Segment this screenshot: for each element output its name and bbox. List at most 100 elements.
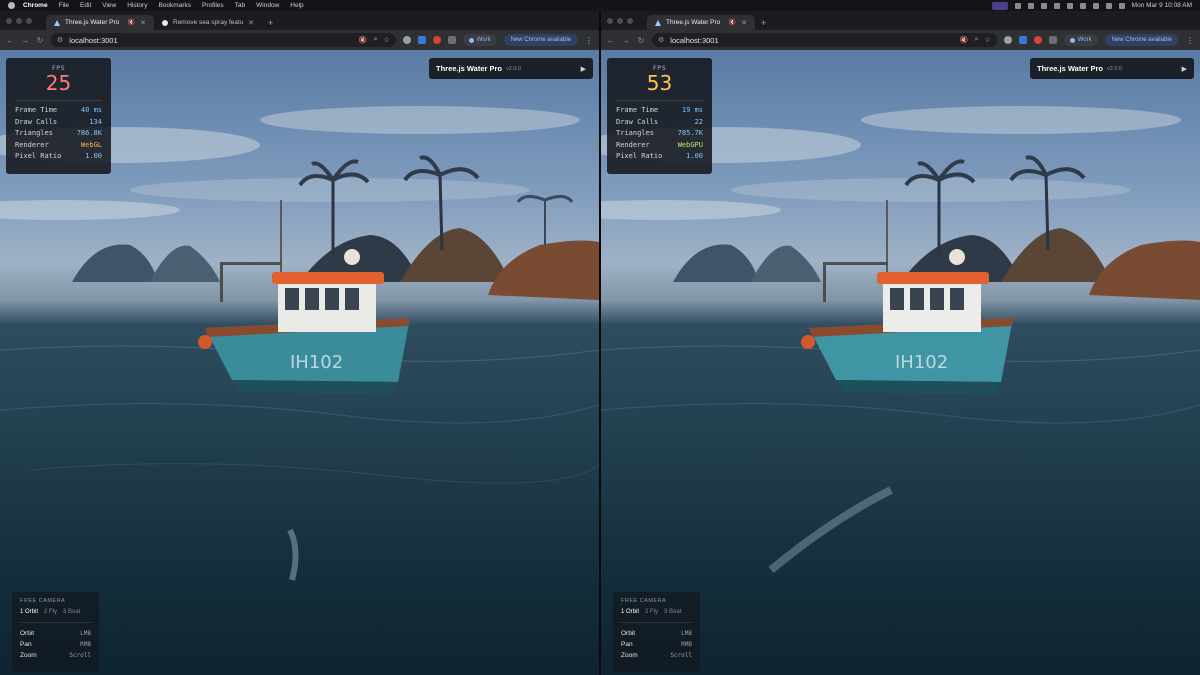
control-orbit: Orbit LMB xyxy=(621,628,692,639)
camera-mode-fly[interactable]: 2 Fly xyxy=(44,609,57,615)
control-action: Orbit xyxy=(621,630,636,637)
reload-icon[interactable]: ↻ xyxy=(36,36,44,45)
app-title: Three.js Water Pro xyxy=(436,64,502,73)
wifi-icon[interactable] xyxy=(1092,2,1099,9)
search-icon[interactable] xyxy=(1105,2,1112,9)
close-tab-icon[interactable]: ✕ xyxy=(741,19,747,27)
clock[interactable]: Mon Mar 9 10:08 AM xyxy=(1132,2,1192,9)
app-title-panel[interactable]: Three.js Water Pro v2.0.0 ▶ xyxy=(1030,58,1194,79)
new-tab-button[interactable]: + xyxy=(262,15,279,30)
camera-mode-boat[interactable]: 3 Boat xyxy=(664,609,681,615)
extension-record-icon[interactable] xyxy=(432,36,441,44)
close-tab-icon[interactable]: ✕ xyxy=(140,19,146,27)
svg-text:IH102: IH102 xyxy=(290,352,343,373)
expand-panel-icon[interactable]: ▶ xyxy=(1182,65,1187,73)
close-window-button[interactable] xyxy=(607,17,613,24)
camera-mode-boat[interactable]: 3 Boat xyxy=(63,609,80,615)
close-window-button[interactable] xyxy=(6,17,12,24)
profile-name: Work xyxy=(1077,37,1092,43)
new-tab-button[interactable]: + xyxy=(755,15,772,30)
mute-tab-icon[interactable]: 🔇 xyxy=(128,19,135,26)
bookmark-star-icon[interactable]: ☆ xyxy=(984,36,990,44)
bluetooth-icon[interactable] xyxy=(1079,2,1086,9)
forward-icon[interactable]: → xyxy=(21,36,29,45)
forward-icon[interactable]: → xyxy=(622,36,630,45)
extension-icon[interactable] xyxy=(402,36,411,44)
tab-threejs-water-pro[interactable]: Three.js Water Pro 🔇 ✕ xyxy=(46,15,154,30)
menu-file[interactable]: File xyxy=(59,2,69,9)
zoom-icon[interactable]: ⌕ xyxy=(374,36,378,44)
mute-site-icon[interactable]: 🔇 xyxy=(960,36,969,44)
zoom-window-button[interactable] xyxy=(627,17,633,24)
stat-value: 1.00 xyxy=(686,152,703,160)
stat-value: 22 xyxy=(694,117,703,126)
github-icon xyxy=(162,19,168,26)
extension-badge-icon[interactable] xyxy=(417,36,426,44)
zoom-icon[interactable]: ⌕ xyxy=(975,36,979,44)
mute-tab-icon[interactable]: 🔇 xyxy=(729,19,736,26)
bookmark-star-icon[interactable]: ☆ xyxy=(383,36,389,44)
profile-button[interactable]: Work xyxy=(462,34,497,46)
gear-icon[interactable] xyxy=(1053,2,1060,9)
camera-mode-fly[interactable]: 2 Fly xyxy=(645,609,658,615)
screen-recording-icon[interactable] xyxy=(991,1,1008,10)
stat-triangles: Triangles 785.7K xyxy=(616,128,703,140)
url-text[interactable]: localhost:3001 xyxy=(670,36,954,45)
app-title-panel[interactable]: Three.js Water Pro v2.0.0 ▶ xyxy=(429,58,593,79)
profile-button[interactable]: Work xyxy=(1063,34,1098,46)
menu-edit[interactable]: Edit xyxy=(80,2,91,9)
threejs-icon xyxy=(54,19,60,26)
extension-record-icon[interactable] xyxy=(1033,36,1042,44)
control-center-icon[interactable] xyxy=(1118,2,1125,9)
status-icons: Mon Mar 9 10:08 AM xyxy=(991,1,1192,10)
cloud-icon[interactable] xyxy=(1014,2,1021,9)
extensions-puzzle-icon[interactable] xyxy=(1048,36,1057,44)
back-icon[interactable]: ← xyxy=(6,36,14,45)
performance-stats-panel: FPS 53 Frame Time 19 ms Draw Calls 22 Tr… xyxy=(607,58,712,174)
zoom-window-button[interactable] xyxy=(26,17,32,24)
expand-panel-icon[interactable]: ▶ xyxy=(581,65,586,73)
update-chrome-button[interactable]: New Chrome available xyxy=(1104,34,1179,46)
tab-github-issue[interactable]: Remove sea spray feature b... ✕ xyxy=(154,15,262,30)
minimize-window-button[interactable] xyxy=(617,17,623,24)
extension-icon[interactable] xyxy=(1003,36,1012,44)
menu-bookmarks[interactable]: Bookmarks xyxy=(158,2,191,9)
menu-profiles[interactable]: Profiles xyxy=(202,2,224,9)
address-bar[interactable]: ⚙ localhost:3001 🔇 ⌕ ☆ xyxy=(51,33,396,47)
stat-value: 19 ms xyxy=(681,106,703,114)
water-scene-canvas[interactable]: IH102 FPS 25 Frame Time 40 ms Draw Calls… xyxy=(0,50,599,675)
menu-history[interactable]: History xyxy=(127,2,147,9)
mute-site-icon[interactable]: 🔇 xyxy=(359,36,368,44)
apple-icon[interactable] xyxy=(8,2,15,9)
control-key: Scroll xyxy=(69,652,91,659)
menu-window[interactable]: Window xyxy=(256,2,279,9)
menu-kebab-icon[interactable]: ⋮ xyxy=(585,36,593,45)
minimize-window-button[interactable] xyxy=(16,17,22,24)
site-info-icon[interactable]: ⚙ xyxy=(658,36,664,44)
reload-icon[interactable]: ↻ xyxy=(637,36,645,45)
tab-threejs-water-pro[interactable]: Three.js Water Pro 🔇 ✕ xyxy=(647,15,755,30)
menu-help[interactable]: Help xyxy=(290,2,303,9)
water-scene-canvas[interactable]: IH102 FPS 53 Frame Time 19 ms Draw Calls… xyxy=(601,50,1200,675)
url-text[interactable]: localhost:3001 xyxy=(69,36,353,45)
menu-view[interactable]: View xyxy=(102,2,116,9)
back-icon[interactable]: ← xyxy=(607,36,615,45)
fps-value: 25 xyxy=(45,71,72,95)
extension-badge-icon[interactable] xyxy=(1018,36,1027,44)
camera-mode-orbit[interactable]: 1 Orbit xyxy=(20,609,38,615)
tab-title: Three.js Water Pro xyxy=(65,19,120,26)
menu-kebab-icon[interactable]: ⋮ xyxy=(1186,36,1194,45)
sync-icon[interactable] xyxy=(1027,2,1034,9)
camera-mode-orbit[interactable]: 1 Orbit xyxy=(621,609,639,615)
menu-app-name[interactable]: Chrome xyxy=(23,2,48,9)
extensions-puzzle-icon[interactable] xyxy=(447,36,456,44)
update-chrome-button[interactable]: New Chrome available xyxy=(503,34,578,46)
site-info-icon[interactable]: ⚙ xyxy=(57,36,63,44)
address-bar[interactable]: ⚙ localhost:3001 🔇 ⌕ ☆ xyxy=(652,33,997,47)
menu-tab[interactable]: Tab xyxy=(235,2,245,9)
close-tab-icon[interactable]: ✕ xyxy=(248,19,254,27)
stat-label: Frame Time xyxy=(15,106,58,114)
stat-label: Pixel Ratio xyxy=(15,152,62,160)
shield-icon[interactable] xyxy=(1040,2,1047,9)
battery-icon[interactable] xyxy=(1066,2,1073,9)
